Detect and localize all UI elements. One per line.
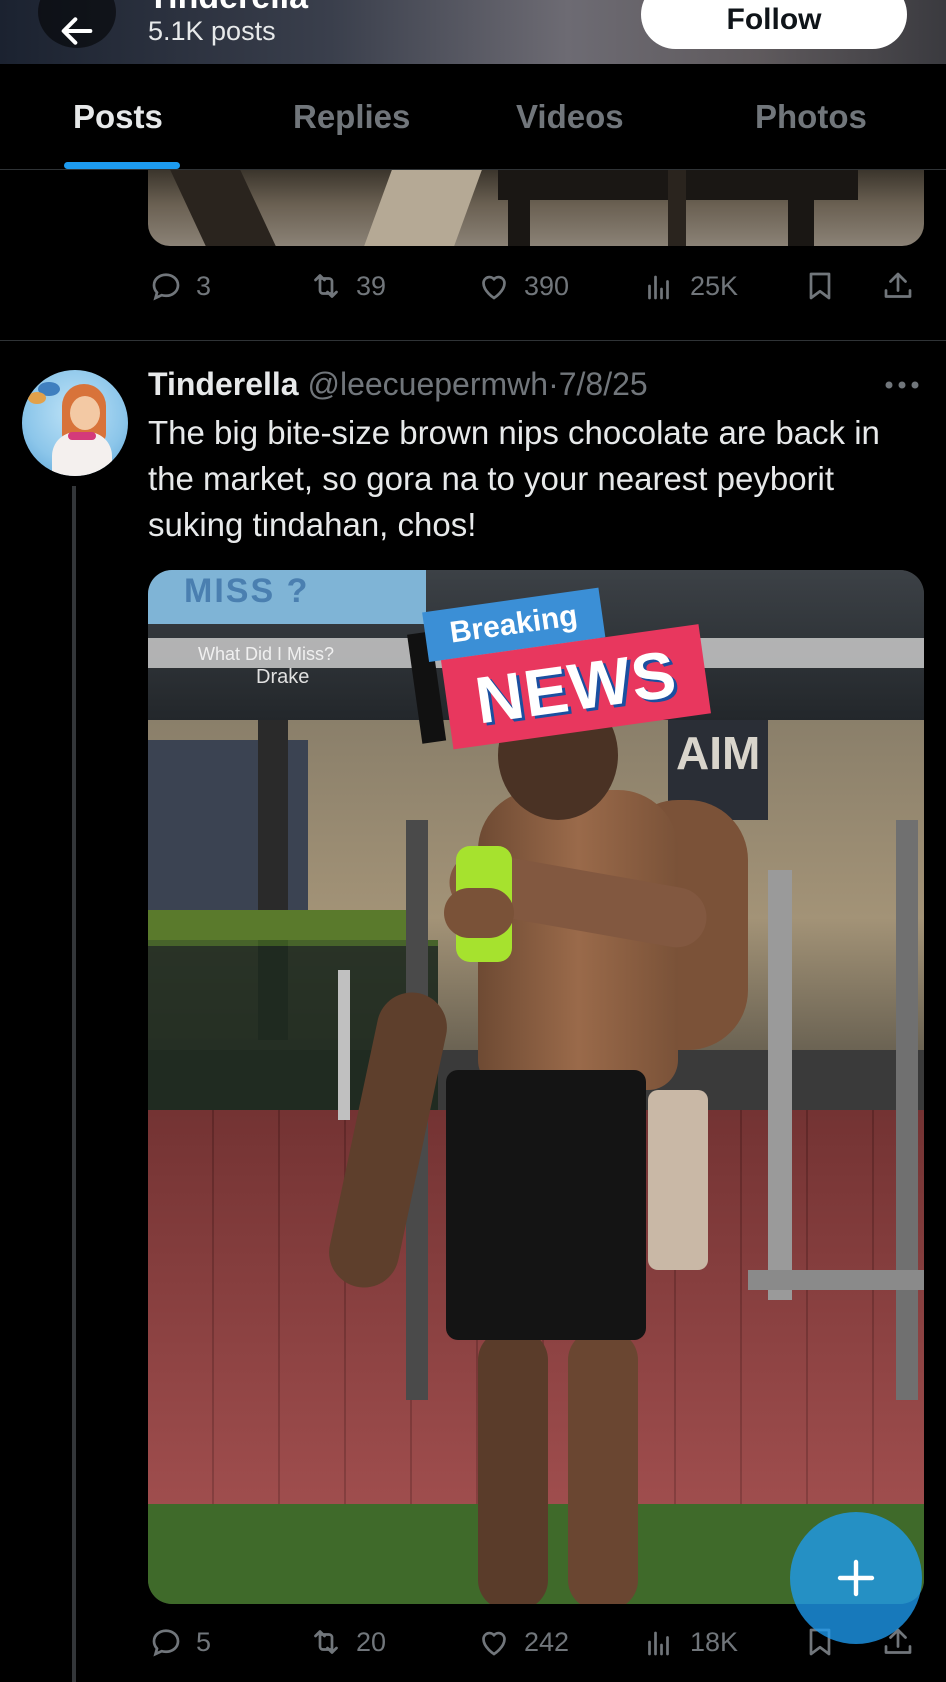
post-separator: · [548,366,559,402]
profile-page: Tinderella 5.1K posts Follow Posts Repli… [0,0,946,1682]
thread-line [72,486,76,1682]
profile-header-bar: Tinderella 5.1K posts Follow [0,0,946,64]
post-header: Tinderella @leecuepermwh·7/8/25 [148,366,648,406]
tab-videos[interactable]: Videos [516,98,624,136]
avatar[interactable] [22,370,128,476]
views-icon [648,275,669,300]
like-count: 390 [524,270,570,301]
active-tab-indicator [64,162,180,169]
view-count: 25K [690,270,739,301]
repost-icon [314,274,338,298]
gym-sign-text: AIM [676,727,761,779]
tab-posts[interactable]: Posts [73,98,163,136]
post-count: 5.1K posts [148,16,276,46]
views-button[interactable]: 18K [642,1624,738,1660]
bookmark-icon [809,272,831,300]
reply-icon [152,273,180,301]
back-arrow-icon [61,17,93,45]
previous-post-media[interactable] [148,170,924,246]
views-icon [648,1631,669,1656]
profile-name: Tinderella [148,0,308,14]
more-icon[interactable] [884,378,920,392]
post-display-name[interactable]: Tinderella [148,366,299,402]
post-image[interactable]: MISS ? What Did I Miss? Drake AIM Breaki… [148,570,924,1604]
post-text: The big bite-size brown nips chocolate a… [148,414,880,543]
reply-icon [152,1629,180,1657]
share-icon [884,272,912,298]
tv-caption-song: What Did I Miss? [198,644,335,664]
reply-button[interactable]: 3 [148,268,211,304]
repost-count: 39 [356,270,387,301]
like-icon [482,275,506,300]
post-actions: 5 20 242 18K [148,1624,924,1668]
post-handle[interactable]: @leecuepermwh [307,366,548,402]
bookmark-button[interactable] [802,268,838,304]
view-count: 18K [690,1626,739,1657]
post-date[interactable]: 7/8/25 [559,366,648,402]
compose-button[interactable] [790,1512,922,1644]
follow-button[interactable]: Follow [641,0,907,49]
back-button[interactable] [38,0,116,48]
like-count: 242 [524,1626,570,1657]
like-button[interactable]: 390 [476,268,569,304]
profile-tabs: Posts Replies Videos Photos [0,64,946,170]
views-button[interactable]: 25K [642,268,738,304]
reply-count: 3 [196,270,212,301]
repost-count: 20 [356,1626,387,1657]
like-icon [482,1631,506,1656]
share-button[interactable] [880,268,916,304]
repost-button[interactable]: 20 [308,1624,386,1660]
reply-button[interactable]: 5 [148,1624,211,1660]
previous-post-actions: 3 39 390 25K [148,268,924,312]
tab-photos[interactable]: Photos [755,98,867,136]
repost-icon [314,1630,338,1654]
repost-button[interactable]: 39 [308,268,386,304]
reply-count: 5 [196,1626,212,1657]
like-button[interactable]: 242 [476,1624,569,1660]
tab-replies[interactable]: Replies [293,98,410,136]
tv-caption-artist: Drake [256,666,310,688]
tv-text: MISS ? [184,572,310,610]
post-divider [0,340,946,341]
compose-plus-icon [837,1559,875,1597]
